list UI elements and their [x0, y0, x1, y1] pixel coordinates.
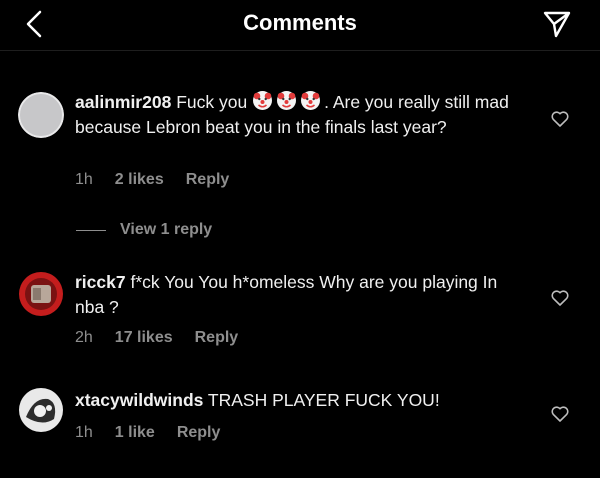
comment-username[interactable]: xtacywildwinds: [75, 390, 203, 410]
reply-button[interactable]: Reply: [177, 424, 221, 442]
heart-icon[interactable]: [550, 288, 570, 308]
comment-meta: 1h 2 likes Reply: [75, 171, 251, 189]
clown-face-icon: [301, 91, 321, 110]
comment-text-start: Fuck you: [176, 92, 248, 112]
comment-time: 1h: [75, 424, 93, 441]
clown-face-icon: [253, 91, 273, 110]
heart-icon[interactable]: [550, 109, 570, 129]
comment-username[interactable]: aalinmir208: [75, 92, 171, 112]
comment-text: ricck7 f*ck You You h*omeless Why are yo…: [75, 270, 510, 320]
comment-text: aalinmir208 Fuck you . Are you really st…: [75, 90, 510, 140]
avatar[interactable]: [18, 271, 64, 317]
comment-time: 1h: [75, 171, 93, 188]
header-bar: Comments: [0, 0, 600, 51]
comment-meta: 2h 17 likes Reply: [75, 329, 260, 347]
page-title: Comments: [243, 10, 357, 35]
likes-count[interactable]: 2 likes: [115, 171, 164, 189]
comment-body: f*ck You You h*omeless Why are you playi…: [75, 272, 498, 317]
avatar[interactable]: [18, 92, 64, 138]
comment-username[interactable]: ricck7: [75, 272, 126, 292]
reply-divider-line: [76, 230, 106, 231]
likes-count[interactable]: 17 likes: [115, 329, 173, 347]
comment-text: xtacywildwinds TRASH PLAYER FUCK YOU!: [75, 388, 510, 413]
comment-body: TRASH PLAYER FUCK YOU!: [207, 390, 440, 410]
reply-button[interactable]: Reply: [186, 171, 230, 189]
reply-button[interactable]: Reply: [195, 329, 239, 347]
comment-time: 2h: [75, 329, 93, 346]
likes-count[interactable]: 1 like: [115, 424, 155, 442]
clown-face-icon: [277, 91, 297, 110]
emoji-group: [252, 91, 324, 112]
view-replies-label: View 1 reply: [120, 221, 213, 238]
heart-icon[interactable]: [550, 404, 570, 424]
comment-meta: 1h 1 like Reply: [75, 424, 242, 442]
paper-plane-icon[interactable]: [542, 9, 572, 39]
avatar[interactable]: [18, 387, 64, 433]
